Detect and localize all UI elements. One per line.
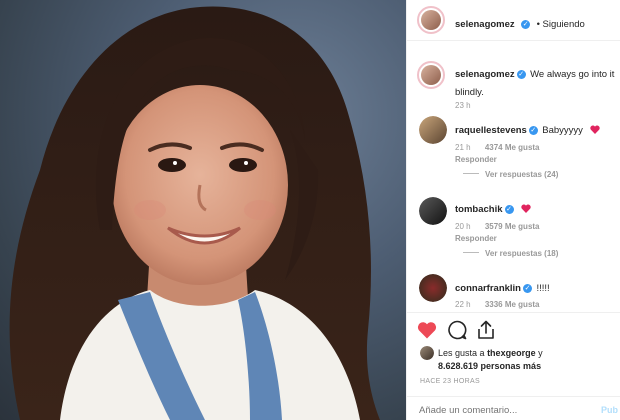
caption-block: selenagomez ✓ We always go into it blindl… (455, 64, 616, 100)
caption-time[interactable]: 23 h (455, 101, 471, 110)
action-bar (417, 320, 617, 342)
likes-prefix: Les gusta a (438, 348, 485, 358)
comment-time[interactable]: 20 h (455, 222, 471, 231)
view-replies-button[interactable]: Ver respuestas (18) (463, 249, 558, 258)
verified-icon: ✓ (528, 126, 538, 135)
comment-likes[interactable]: 3336 Me gusta (485, 300, 540, 309)
author-username[interactable]: selenagomez (455, 19, 515, 30)
follow-status[interactable]: • Siguiendo (537, 19, 585, 30)
commenter-avatar[interactable] (419, 274, 447, 302)
replies-line (463, 252, 479, 253)
comment-meta: 22 h 3336 Me gusta (455, 300, 540, 309)
comment-meta: 21 h 4374 Me gusta (455, 143, 540, 152)
reply-button[interactable]: Responder (455, 155, 497, 164)
post-timestamp[interactable]: HACE 23 HORAS (420, 378, 480, 385)
comment-likes[interactable]: 4374 Me gusta (485, 143, 540, 152)
divider (407, 312, 620, 313)
comment-text: !!!!! (536, 283, 550, 294)
likes-count[interactable]: 8.628.619 personas más (438, 361, 541, 371)
divider (407, 396, 620, 397)
photo-illustration (9, 6, 380, 420)
caption-avatar[interactable] (417, 61, 445, 89)
commenter-avatar[interactable] (419, 116, 447, 144)
comments-panel: selenagomez ✓ • Siguiendo selenagomez ✓ W… (406, 0, 620, 420)
comment-username[interactable]: tombachik (455, 204, 503, 215)
view-replies-label: Ver respuestas (24) (485, 170, 559, 179)
reply-button[interactable]: Responder (455, 234, 497, 243)
comment-username[interactable]: connarfranklin (455, 283, 521, 294)
comment-meta: 20 h 3579 Me gusta (455, 222, 540, 231)
comment-likes[interactable]: 3579 Me gusta (485, 222, 540, 231)
liker-username[interactable]: thexgeorge (487, 348, 536, 358)
share-icon[interactable] (477, 320, 495, 340)
verified-icon: ✓ (521, 20, 531, 29)
author-avatar[interactable] (417, 6, 445, 34)
view-replies-label: Ver respuestas (18) (485, 249, 559, 258)
red-heart-icon (521, 204, 531, 213)
comment-text: Babyyyyy (542, 125, 583, 136)
comment-time[interactable]: 22 h (455, 300, 471, 309)
publish-button[interactable]: Pub (601, 405, 618, 415)
heart-filled-icon[interactable] (417, 321, 437, 339)
caption-username[interactable]: selenagomez (455, 69, 515, 80)
view-replies-button[interactable]: Ver respuestas (24) (463, 170, 558, 179)
verified-icon: ✓ (516, 70, 526, 79)
comment-input[interactable] (419, 402, 579, 418)
verified-icon: ✓ (504, 205, 514, 214)
post-photo[interactable] (0, 0, 406, 420)
commenter-avatar[interactable] (419, 197, 447, 225)
comment-time[interactable]: 21 h (455, 143, 471, 152)
liker-avatar[interactable] (420, 346, 434, 360)
comment-item: tombachik ✓ (455, 199, 616, 217)
verified-icon: ✓ (523, 284, 532, 293)
likes-joiner: y (538, 348, 543, 358)
comment-item: connarfranklin ✓ !!!!! (455, 278, 616, 296)
comment-item: raquellestevens ✓ Babyyyyy (455, 120, 616, 138)
red-heart-icon (590, 125, 601, 134)
post-header: selenagomez ✓ • Siguiendo (407, 0, 620, 41)
comment-icon[interactable] (447, 320, 467, 340)
likes-summary: Les gusta a thexgeorge y 8.628.619 perso… (438, 347, 616, 373)
replies-line (463, 173, 479, 174)
comment-username[interactable]: raquellestevens (455, 125, 527, 136)
